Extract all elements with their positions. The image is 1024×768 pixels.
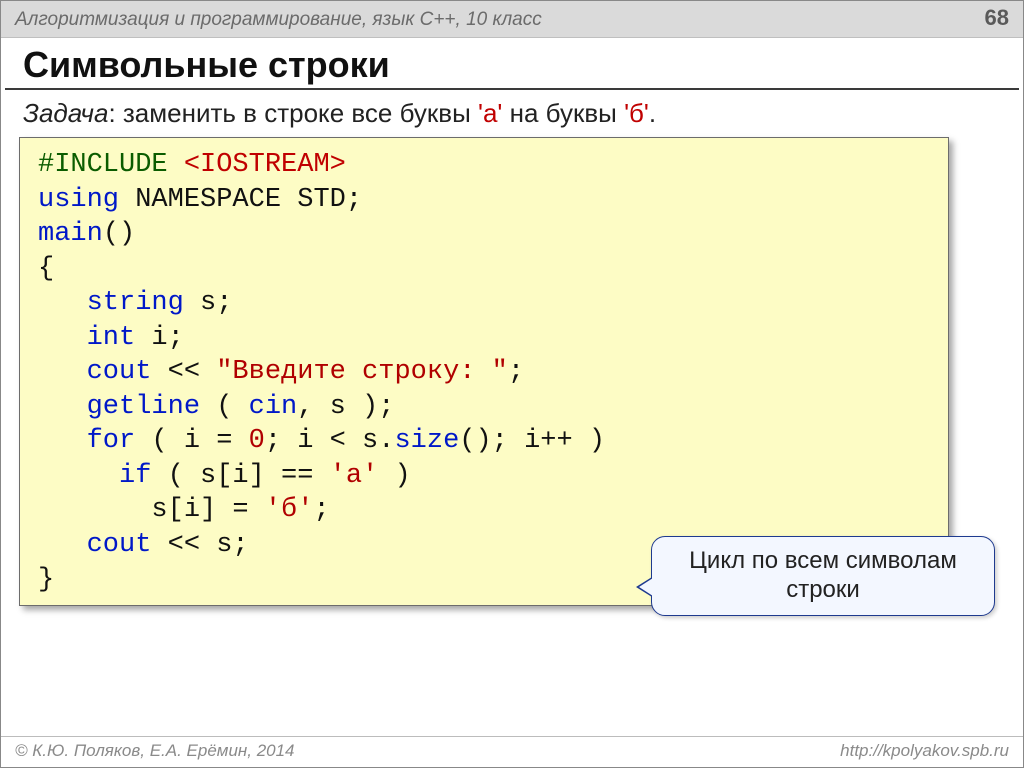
code-using: using [38, 185, 119, 215]
code-listing: #INCLUDE <IOSTREAM> using NAMESPACE STD;… [38, 148, 930, 597]
code-int-kw: int [38, 323, 135, 353]
code-if-2: ) [378, 461, 410, 491]
code-iostream: <IOSTREAM> [184, 150, 346, 180]
code-assign-1: s[i] = [38, 495, 265, 525]
task-statement: Задача: заменить в строке все буквы 'а' … [1, 96, 1023, 137]
code-for-1: ( i = [135, 426, 248, 456]
code-for-3: (); i++ ) [459, 426, 605, 456]
task-char1: 'а' [478, 98, 502, 128]
code-if: if [38, 461, 151, 491]
code-size: size [394, 426, 459, 456]
code-main-parens: () [103, 219, 135, 249]
footer-bar: © К.Ю. Поляков, Е.А. Ерёмин, 2014 http:/… [1, 736, 1023, 767]
footer-url: http://kpolyakov.spb.ru [840, 741, 1009, 761]
code-namespace: NAMESPACE STD [119, 185, 346, 215]
copyright: © К.Ю. Поляков, Е.А. Ерёмин, 2014 [15, 741, 295, 761]
code-for-2: ; i < s. [265, 426, 395, 456]
code-i-decl: i; [135, 323, 184, 353]
code-open-brace: { [38, 254, 54, 284]
code-if-1: ( s[i] == [151, 461, 329, 491]
code-getline-close: , s ); [297, 392, 394, 422]
page-number: 68 [985, 5, 1009, 31]
code-char-a: 'а' [330, 461, 379, 491]
task-label: Задача [23, 98, 108, 128]
code-semi-2: ; [508, 357, 524, 387]
code-string-kw: string [38, 288, 184, 318]
header-bar: Алгоритмизация и программирование, язык … [1, 1, 1023, 38]
code-cout2-tail: << s; [151, 530, 248, 560]
code-cout2: cout [38, 530, 151, 560]
code-getline: getline [38, 392, 200, 422]
code-cout1: cout [38, 357, 151, 387]
code-main: main [38, 219, 103, 249]
task-text-3: . [649, 98, 656, 128]
code-semi-1: ; [346, 185, 362, 215]
task-text-2: на буквы [502, 98, 624, 128]
code-zero: 0 [249, 426, 265, 456]
slide: Алгоритмизация и программирование, язык … [0, 0, 1024, 768]
course-name: Алгоритмизация и программирование, язык … [15, 9, 542, 31]
code-getline-open: ( [200, 392, 249, 422]
code-s-decl: s; [184, 288, 233, 318]
code-cin: cin [249, 392, 298, 422]
slide-title: Символьные строки [5, 38, 1019, 90]
code-char-b: 'б' [265, 495, 314, 525]
code-close-brace: } [38, 565, 54, 595]
task-text-1: : заменить в строке все буквы [108, 98, 478, 128]
code-semi-3: ; [313, 495, 329, 525]
task-char2: 'б' [624, 98, 649, 128]
callout-bubble: Цикл по всем символам строки [651, 536, 995, 616]
code-cout1-op: << [151, 357, 216, 387]
code-include: #INCLUDE [38, 150, 184, 180]
code-for: for [38, 426, 135, 456]
code-string-lit: "Введите строку: " [216, 357, 508, 387]
